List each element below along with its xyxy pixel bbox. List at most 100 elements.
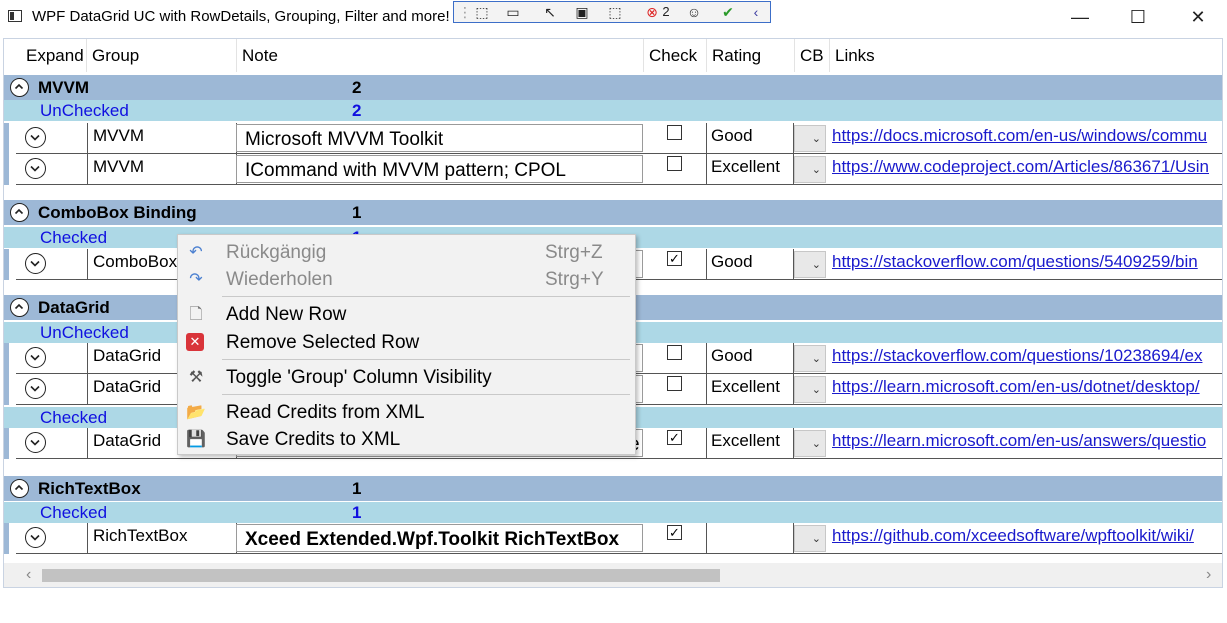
link-cell[interactable]: https://github.com/xceedsoftware/wpftool… — [832, 523, 1222, 553]
chevron-down-icon: ⌄ — [811, 533, 821, 545]
table-row[interactable]: MVVM ICommand with MVVM pattern; CPOL Ex… — [4, 154, 1222, 185]
expand-row-button[interactable] — [25, 347, 46, 368]
check-checkbox[interactable] — [667, 125, 682, 140]
expand-row-button[interactable] — [25, 527, 46, 548]
collapse-group-button[interactable] — [10, 78, 29, 97]
frame-icon[interactable]: ▣ — [572, 4, 592, 20]
cb-combobox[interactable]: ⌄ — [794, 376, 826, 403]
scroll-left-arrow-icon[interactable]: ‹ — [26, 566, 31, 584]
chevron-up-icon — [14, 303, 24, 310]
scroll-right-arrow-icon[interactable]: › — [1206, 566, 1211, 584]
rating-cell[interactable]: Good — [706, 249, 794, 279]
collapse-group-button[interactable] — [10, 479, 29, 498]
link-cell[interactable]: https://stackoverflow.com/questions/1023… — [832, 343, 1222, 373]
row-indent-bar — [4, 428, 9, 459]
link-cell[interactable]: https://stackoverflow.com/questions/5409… — [832, 249, 1222, 279]
link-cell[interactable]: https://www.codeproject.com/Articles/863… — [832, 154, 1222, 184]
group-cell[interactable]: MVVM — [87, 123, 237, 153]
group-cell[interactable]: MVVM — [87, 154, 237, 184]
chevron-down-icon: ⌄ — [811, 384, 821, 396]
horizontal-scrollbar[interactable]: ‹ › — [4, 563, 1222, 587]
row-indent-bar — [4, 123, 9, 154]
menu-item-toggle-group-column[interactable]: ⚒ Toggle 'Group' Column Visibility — [178, 364, 635, 391]
subgroup-title: UnChecked — [40, 101, 129, 120]
group-title: RichTextBox — [38, 479, 141, 498]
column-header-check[interactable]: Check — [644, 39, 707, 72]
subgroup-header: Checked 1 — [4, 502, 1222, 523]
maximize-button[interactable]: ☐ — [1118, 6, 1158, 28]
menu-item-add-row[interactable]: 🗋 Add New Row — [178, 301, 635, 328]
menu-item-redo[interactable]: ↷ Wiederholen Strg+Y — [178, 266, 635, 293]
chevron-down-icon: ⌄ — [811, 164, 821, 176]
column-header-cb[interactable]: CB — [795, 39, 830, 72]
collapse-group-button[interactable] — [10, 298, 29, 317]
cb-combobox[interactable]: ⌄ — [794, 345, 826, 372]
expand-row-button[interactable] — [25, 127, 46, 148]
expand-row-button[interactable] — [25, 432, 46, 453]
column-header-expand[interactable]: Expand — [21, 39, 87, 72]
drag-handle-icon[interactable]: ⋮ — [458, 4, 472, 20]
pointer-icon[interactable]: ↖ — [540, 4, 560, 20]
expand-row-button[interactable] — [25, 253, 46, 274]
check-checkbox[interactable] — [667, 376, 682, 391]
scrollbar-thumb[interactable] — [42, 569, 720, 582]
column-header-rating[interactable]: Rating — [707, 39, 795, 72]
note-textbox[interactable]: ICommand with MVVM pattern; CPOL — [236, 155, 643, 183]
link-cell[interactable]: https://learn.microsoft.com/en-us/answer… — [832, 428, 1222, 458]
menu-item-label: Save Credits to XML — [226, 429, 401, 450]
close-button[interactable]: ✕ — [1178, 6, 1218, 28]
cb-combobox[interactable]: ⌄ — [794, 525, 826, 552]
column-header-group[interactable]: Group — [87, 39, 237, 72]
menu-item-read-xml[interactable]: 📂 Read Credits from XML — [178, 399, 635, 426]
chevron-down-icon: ⌄ — [811, 133, 821, 145]
row-indent-bar — [4, 249, 9, 280]
column-header-links[interactable]: Links — [830, 39, 1222, 72]
tools-icon: ⚒ — [188, 369, 204, 386]
menu-item-label: Add New Row — [226, 304, 347, 325]
link-cell[interactable]: https://docs.microsoft.com/en-us/windows… — [832, 123, 1222, 153]
group-count: 1 — [352, 479, 362, 498]
menu-item-undo[interactable]: ↶ Rückgängig Strg+Z — [178, 239, 635, 266]
cb-combobox[interactable]: ⌄ — [794, 156, 826, 183]
check-checkbox[interactable]: ✓ — [667, 430, 682, 445]
check-checkbox[interactable]: ✓ — [667, 525, 682, 540]
collapse-group-button[interactable] — [10, 203, 29, 222]
rating-cell[interactable]: Good — [706, 123, 794, 153]
expand-row-button[interactable] — [25, 378, 46, 399]
check-icon[interactable]: ✔ — [718, 4, 738, 20]
column-header-note[interactable]: Note — [237, 39, 644, 72]
group-count: 1 — [352, 203, 362, 222]
expand-row-button[interactable] — [25, 158, 46, 179]
menu-separator — [222, 359, 630, 360]
rating-cell[interactable]: Excellent — [706, 374, 794, 404]
rating-cell[interactable]: Excellent — [706, 428, 794, 458]
chevron-up-icon — [14, 484, 24, 491]
cb-combobox[interactable]: ⌄ — [794, 125, 826, 152]
track-focus-icon[interactable]: ⬚ — [604, 4, 626, 20]
new-document-icon: 🗋 — [189, 306, 203, 323]
minimize-button[interactable]: — — [1060, 6, 1100, 28]
record-icon[interactable]: ▭ — [502, 4, 524, 20]
chevron-up-icon — [14, 83, 24, 90]
table-row[interactable]: RichTextBox Xceed Extended.Wpf.Toolkit R… — [4, 523, 1222, 554]
rating-cell[interactable]: Good — [706, 343, 794, 373]
link-cell[interactable]: https://learn.microsoft.com/en-us/dotnet… — [832, 374, 1222, 404]
menu-item-save-xml[interactable]: 💾 Save Credits to XML — [178, 426, 635, 453]
chevron-down-icon: ⌄ — [811, 438, 821, 450]
rating-cell[interactable]: Excellent — [706, 154, 794, 184]
check-checkbox[interactable] — [667, 345, 682, 360]
binding-error-icon[interactable]: ⊗ — [644, 4, 660, 20]
select-element-icon[interactable]: ⬚ — [472, 4, 492, 20]
menu-item-remove-row[interactable]: ✕ Remove Selected Row — [178, 329, 635, 356]
group-cell[interactable]: RichTextBox — [87, 523, 237, 553]
note-textbox[interactable]: Microsoft MVVM Toolkit — [236, 124, 643, 152]
check-checkbox[interactable]: ✓ — [667, 251, 682, 266]
collapse-chevron-icon[interactable]: ‹ — [750, 4, 762, 20]
check-checkbox[interactable] — [667, 156, 682, 171]
cb-combobox[interactable]: ⌄ — [794, 430, 826, 457]
table-row[interactable]: MVVM Microsoft MVVM Toolkit Good ⌄ https… — [4, 123, 1222, 154]
note-richtextbox[interactable]: Xceed Extended.Wpf.Toolkit RichTextBox — [236, 524, 643, 552]
rating-cell[interactable] — [706, 523, 794, 553]
cb-combobox[interactable]: ⌄ — [794, 251, 826, 278]
accessibility-icon[interactable]: ☺ — [684, 4, 704, 20]
